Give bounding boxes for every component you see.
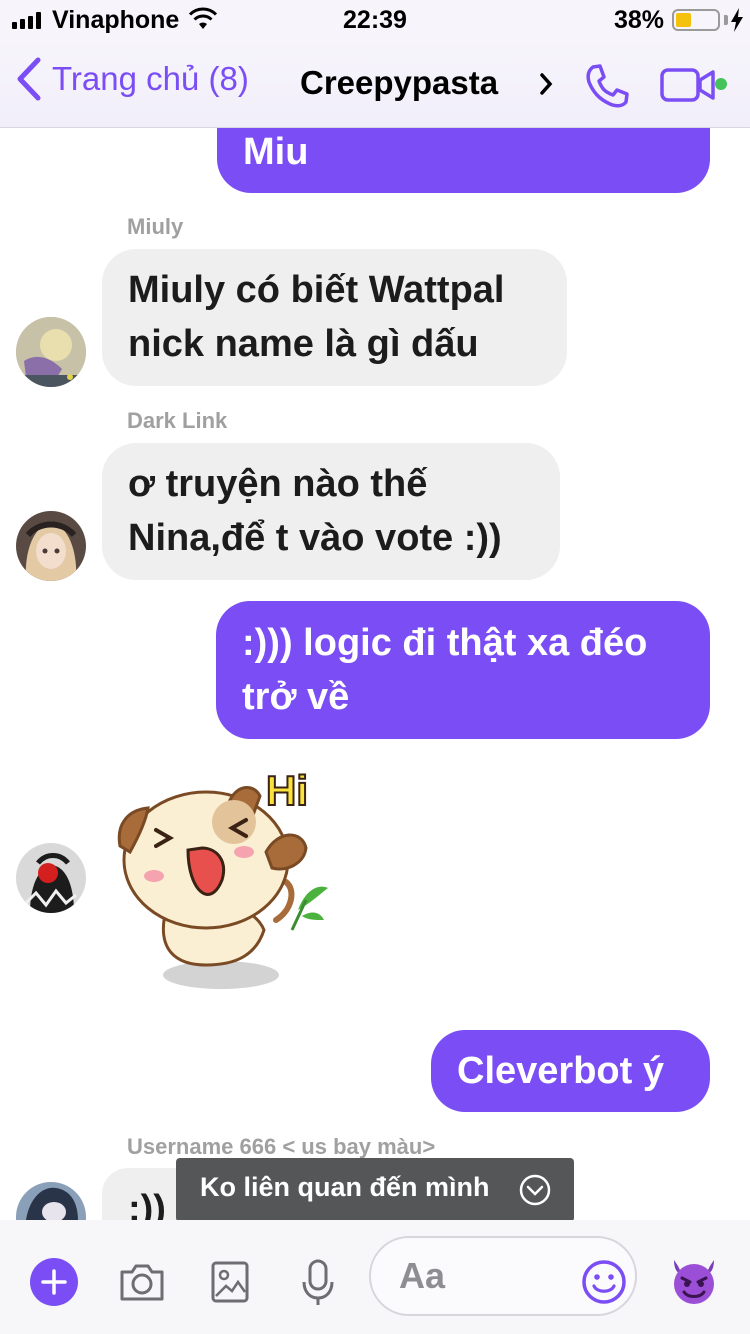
emoji-icon[interactable] [580, 1258, 628, 1306]
status-bar: Vinaphone 22:39 38% [0, 0, 750, 40]
chevron-right-icon[interactable] [538, 72, 554, 96]
sender-name: Miuly [127, 214, 184, 239]
message-text: Miu [243, 131, 309, 173]
phone-call-icon[interactable] [583, 62, 631, 110]
avatar[interactable] [16, 843, 86, 913]
message-text: Cleverbot ý [457, 1050, 664, 1092]
sticker-message[interactable]: Hi [106, 760, 336, 995]
battery-icon [672, 9, 720, 31]
quick-reaction-devil-icon[interactable] [668, 1256, 720, 1306]
sender-name: Dark Link [127, 408, 228, 433]
message-composer [0, 1220, 750, 1334]
battery-percent: 38% [613, 6, 664, 34]
outgoing-message[interactable]: :))) logic đi thật xa đéo trở về [216, 601, 710, 739]
incoming-message[interactable]: ơ truyện nào thế Nina,để t vào vote :)) [102, 443, 560, 580]
camera-icon[interactable] [118, 1262, 166, 1302]
online-status-dot [715, 78, 727, 90]
new-message-toast[interactable]: Ko liên quan đến mình [176, 1158, 574, 1222]
more-actions-button[interactable] [30, 1258, 78, 1306]
conversation-title[interactable]: Creepypasta [300, 64, 528, 102]
avatar[interactable] [16, 511, 86, 581]
chevron-left-icon [17, 57, 41, 101]
message-text-line: Nina,để t vào vote :)) [128, 517, 502, 559]
charging-bolt-icon [731, 8, 743, 32]
message-text-line: :))) logic đi thật xa đéo [242, 622, 648, 664]
back-button-label: Trang chủ (8) [52, 60, 249, 97]
battery-cap [724, 15, 728, 25]
avatar[interactable] [16, 1182, 86, 1220]
plus-icon [41, 1269, 67, 1295]
sender-name: Username 666 < us bay màu> [127, 1134, 436, 1159]
message-text: :)) [128, 1188, 166, 1220]
microphone-icon[interactable] [300, 1258, 336, 1308]
message-text-line: nick name là gì dấu [128, 323, 479, 365]
message-input[interactable] [399, 1254, 569, 1298]
outgoing-message[interactable]: Miu [217, 128, 710, 193]
message-text-line: trở về [242, 676, 350, 718]
conversation-header: Trang chủ (8) Creepypasta [0, 40, 750, 128]
video-call-icon[interactable] [660, 68, 716, 102]
message-text-line: Miuly có biết Wattpal [128, 269, 505, 311]
incoming-message[interactable]: Miuly có biết Wattpal nick name là gì dấ… [102, 249, 567, 386]
message-text-line: ơ truyện nào thế [128, 463, 428, 505]
back-button[interactable]: Trang chủ (8) [14, 56, 249, 102]
gallery-icon[interactable] [210, 1260, 250, 1304]
sticker-text: Hi [266, 767, 308, 814]
toast-text: Ko liên quan đến mình [200, 1172, 490, 1202]
avatar[interactable] [16, 317, 86, 387]
outgoing-message[interactable]: Cleverbot ý [431, 1030, 710, 1112]
chevron-down-circle-icon [519, 1174, 551, 1206]
